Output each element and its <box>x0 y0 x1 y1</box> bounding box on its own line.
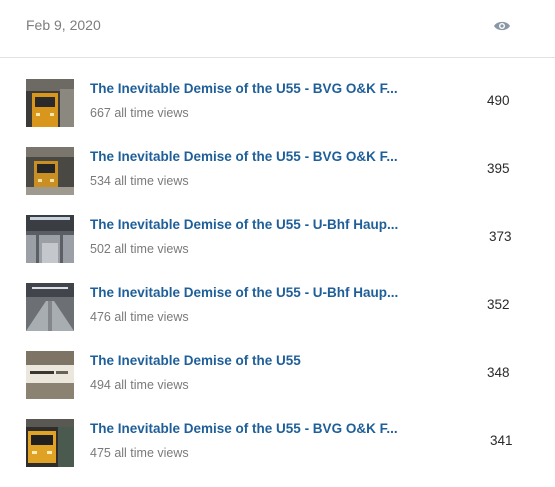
date-label: Feb 9, 2020 <box>26 17 101 33</box>
video-thumbnail[interactable] <box>26 351 74 399</box>
view-count: 395 <box>487 161 510 176</box>
list-item[interactable]: The Inevitable Demise of the U55 - BVG O… <box>0 147 555 215</box>
list-item[interactable]: The Inevitable Demise of the U55 - U-Bhf… <box>0 283 555 351</box>
list-item[interactable]: The Inevitable Demise of the U55 - BVG O… <box>0 79 555 147</box>
list-item[interactable]: The Inevitable Demise of the U55 494 all… <box>0 351 555 419</box>
video-title[interactable]: The Inevitable Demise of the U55 - U-Bhf… <box>90 217 398 232</box>
video-thumbnail[interactable] <box>26 79 74 127</box>
eye-icon <box>493 19 511 33</box>
view-count: 373 <box>489 229 512 244</box>
list-item[interactable]: The Inevitable Demise of the U55 - BVG O… <box>0 419 555 487</box>
page-header: Feb 9, 2020 <box>0 0 555 58</box>
video-title[interactable]: The Inevitable Demise of the U55 - BVG O… <box>90 81 398 96</box>
all-time-views: 667 all time views <box>90 106 189 120</box>
video-title[interactable]: The Inevitable Demise of the U55 - BVG O… <box>90 421 398 436</box>
all-time-views: 475 all time views <box>90 446 189 460</box>
view-count: 348 <box>487 365 510 380</box>
video-thumbnail[interactable] <box>26 283 74 331</box>
all-time-views: 494 all time views <box>90 378 189 392</box>
view-count: 341 <box>490 433 513 448</box>
all-time-views: 476 all time views <box>90 310 189 324</box>
video-title[interactable]: The Inevitable Demise of the U55 - U-Bhf… <box>90 285 398 300</box>
video-thumbnail[interactable] <box>26 147 74 195</box>
all-time-views: 502 all time views <box>90 242 189 256</box>
video-thumbnail[interactable] <box>26 215 74 263</box>
video-title[interactable]: The Inevitable Demise of the U55 - BVG O… <box>90 149 398 164</box>
view-count: 490 <box>487 93 510 108</box>
video-thumbnail[interactable] <box>26 419 74 467</box>
list-item[interactable]: The Inevitable Demise of the U55 - U-Bhf… <box>0 215 555 283</box>
view-count: 352 <box>487 297 510 312</box>
video-title[interactable]: The Inevitable Demise of the U55 <box>90 353 301 368</box>
all-time-views: 534 all time views <box>90 174 189 188</box>
